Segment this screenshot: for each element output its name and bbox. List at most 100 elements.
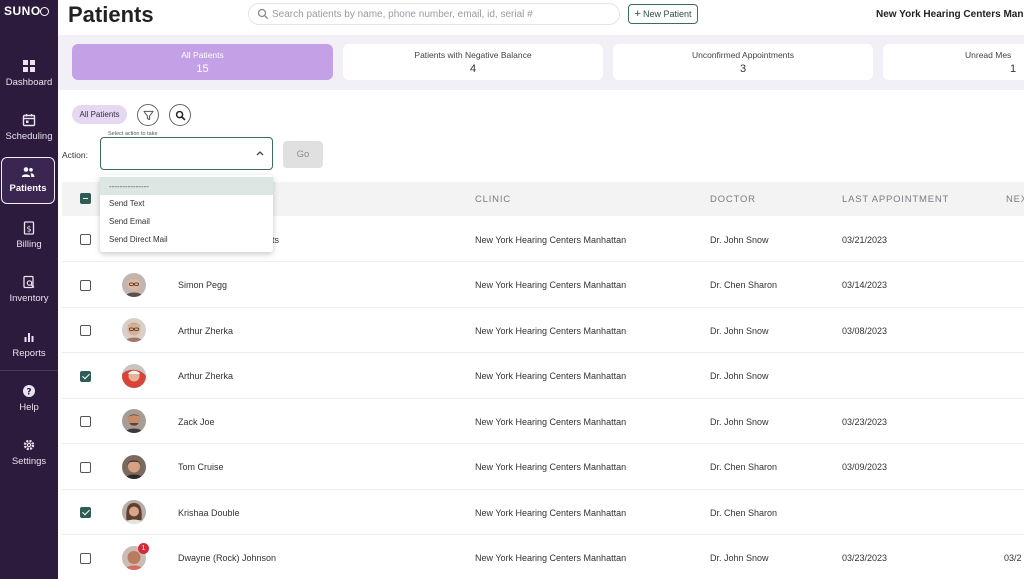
patient-name[interactable]: Krishaa Double bbox=[178, 508, 240, 518]
column-header-doctor[interactable]: DOCTOR bbox=[710, 194, 756, 205]
svg-text:$: $ bbox=[26, 225, 31, 234]
sidebar-item-dashboard[interactable]: Dashboard bbox=[0, 57, 58, 105]
patient-name[interactable]: Tom Cruise bbox=[178, 462, 224, 472]
bar-chart-icon bbox=[24, 333, 34, 342]
sidebar-item-scheduling[interactable]: Scheduling bbox=[0, 111, 58, 159]
row-checkbox[interactable] bbox=[80, 553, 91, 564]
clinic-cell: New York Hearing Centers Manhattan bbox=[475, 508, 627, 518]
users-icon bbox=[21, 167, 35, 177]
search-toggle-button[interactable] bbox=[169, 104, 191, 126]
inventory-icon bbox=[23, 275, 35, 289]
new-patient-button[interactable]: + New Patient bbox=[628, 4, 698, 24]
svg-text:?: ? bbox=[26, 387, 31, 397]
select-all-checkbox[interactable] bbox=[80, 193, 91, 204]
clinic-cell: New York Hearing Centers Manhattan bbox=[475, 280, 627, 290]
dropdown-option-send-direct-mail[interactable]: Send Direct Mail bbox=[100, 230, 273, 248]
plus-icon: + bbox=[634, 7, 641, 20]
doctor-cell: Dr. John Snow bbox=[710, 371, 769, 381]
avatar bbox=[122, 455, 146, 479]
sidebar-item-inventory[interactable]: Inventory bbox=[0, 273, 58, 321]
column-header-clinic[interactable]: CLINIC bbox=[475, 194, 511, 205]
suno-logo[interactable]: SUNO bbox=[4, 4, 56, 20]
sidebar-item-label: Reports bbox=[12, 348, 46, 359]
sidebar-item-label: Scheduling bbox=[5, 131, 53, 142]
row-checkbox[interactable] bbox=[80, 234, 91, 245]
dollar-doc-icon: $ bbox=[23, 221, 35, 235]
page-title: Patients bbox=[68, 2, 154, 27]
clinic-cell: New York Hearing Centers Manhattan bbox=[475, 553, 627, 563]
patient-name[interactable]: Arthur Zherka bbox=[178, 371, 233, 381]
row-checkbox[interactable] bbox=[80, 280, 91, 291]
dropdown-option-send-email[interactable]: Send Email bbox=[100, 212, 273, 230]
sidebar-divider bbox=[0, 370, 58, 371]
patient-name[interactable]: Arthur Zherka bbox=[178, 326, 233, 336]
last-appointment-cell: 03/23/2023 bbox=[842, 553, 888, 563]
help-icon: ? bbox=[23, 385, 35, 397]
sidebar-item-help[interactable]: ? Help bbox=[0, 382, 58, 430]
avatar bbox=[122, 364, 146, 388]
clinic-cell: New York Hearing Centers Manhattan bbox=[475, 417, 627, 427]
stat-card-unread-messages[interactable]: Unread Mes 1 bbox=[883, 44, 1024, 80]
avatar bbox=[122, 409, 146, 433]
notification-badge: 1 bbox=[138, 543, 149, 554]
stat-card-all-patients[interactable]: All Patients 15 bbox=[72, 44, 333, 80]
stat-value: 4 bbox=[469, 63, 477, 75]
sidebar-item-reports[interactable]: Reports bbox=[0, 328, 58, 376]
last-appointment-cell: 03/08/2023 bbox=[842, 326, 888, 336]
chevron-up-icon[interactable] bbox=[256, 150, 264, 156]
doctor-cell: Dr. John Snow bbox=[710, 235, 769, 245]
next-appointment-cell: 03/2 bbox=[1004, 553, 1022, 563]
avatar bbox=[122, 500, 146, 524]
sidebar-item-settings[interactable]: Settings bbox=[0, 436, 58, 484]
patient-name[interactable]: Simon Pegg bbox=[178, 280, 227, 290]
sidebar-item-label: Settings bbox=[11, 456, 47, 467]
clinic-cell: New York Hearing Centers Manhattan bbox=[475, 462, 627, 472]
doctor-cell: Dr. John Snow bbox=[710, 326, 769, 336]
doctor-cell: Dr. Chen Sharon bbox=[710, 462, 778, 472]
clinic-cell: New York Hearing Centers Manhattan bbox=[475, 235, 627, 245]
column-header-next-appointment[interactable]: NEX bbox=[1006, 194, 1024, 205]
sidebar-item-label: Inventory bbox=[9, 293, 49, 304]
sidebar-item-billing[interactable]: $ Billing bbox=[0, 219, 58, 267]
clinic-name[interactable]: New York Hearing Centers Manha bbox=[876, 9, 1024, 20]
avatar bbox=[122, 273, 146, 297]
doctor-cell: Dr. Chen Sharon bbox=[710, 508, 778, 518]
grid-icon bbox=[23, 60, 35, 72]
action-label: Action: bbox=[62, 150, 88, 160]
stat-card-negative-balance[interactable]: Patients with Negative Balance 4 bbox=[343, 44, 603, 80]
patient-name[interactable]: Zack Joe bbox=[178, 417, 215, 427]
gear-icon bbox=[23, 439, 35, 451]
row-checkbox[interactable] bbox=[80, 371, 91, 382]
go-button[interactable]: Go bbox=[283, 141, 323, 168]
sidebar-item-label: Dashboard bbox=[5, 77, 53, 88]
clinic-cell: New York Hearing Centers Manhattan bbox=[475, 326, 627, 336]
dropdown-option-placeholder[interactable]: --------------- bbox=[100, 177, 273, 195]
row-checkbox[interactable] bbox=[80, 462, 91, 473]
filter-button[interactable] bbox=[137, 104, 159, 126]
sidebar-item-label: Help bbox=[19, 402, 39, 413]
all-patients-chip[interactable]: All Patients bbox=[72, 105, 127, 124]
dropdown-option-send-text[interactable]: Send Text bbox=[100, 194, 273, 212]
patient-name[interactable]: Dwayne (Rock) Johnson bbox=[178, 553, 276, 563]
doctor-cell: Dr. Chen Sharon bbox=[710, 280, 778, 290]
stat-value: 3 bbox=[739, 63, 747, 75]
search-input[interactable] bbox=[272, 6, 612, 23]
stat-card-unconfirmed-appointments[interactable]: Unconfirmed Appointments 3 bbox=[613, 44, 873, 80]
logo-ring-icon bbox=[39, 7, 49, 16]
action-dropdown-menu: --------------- Send Text Send Email Sen… bbox=[100, 175, 273, 252]
patient-name[interactable]: ts bbox=[272, 235, 279, 245]
action-select[interactable] bbox=[100, 137, 273, 170]
last-appointment-cell: 03/14/2023 bbox=[842, 280, 888, 290]
search-bar[interactable] bbox=[248, 3, 620, 25]
column-header-last-appointment[interactable]: LAST APPOINTMENT bbox=[842, 194, 949, 205]
sidebar-item-patients[interactable]: Patients bbox=[1, 157, 55, 204]
row-checkbox[interactable] bbox=[80, 416, 91, 427]
stat-label: Unread Mes bbox=[965, 50, 1012, 60]
row-checkbox[interactable] bbox=[80, 507, 91, 518]
doctor-cell: Dr. John Snow bbox=[710, 553, 769, 563]
avatar bbox=[122, 318, 146, 342]
doctor-cell: Dr. John Snow bbox=[710, 417, 769, 427]
row-checkbox[interactable] bbox=[80, 325, 91, 336]
stat-label: Unconfirmed Appointments bbox=[691, 50, 795, 60]
new-patient-label: New Patient bbox=[642, 9, 692, 19]
